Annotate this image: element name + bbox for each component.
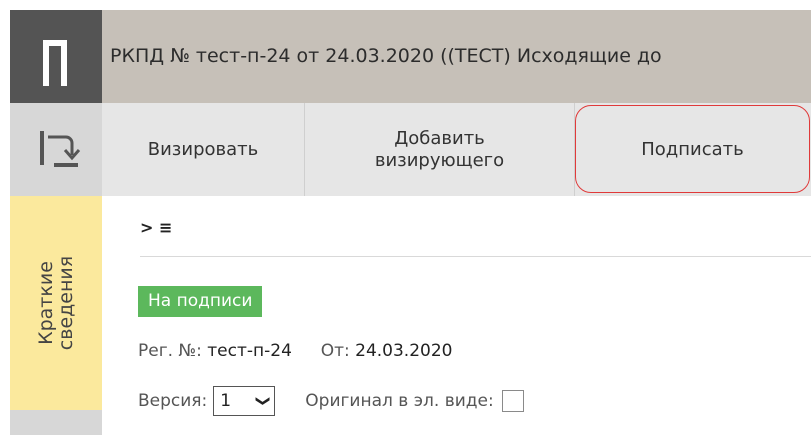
divider — [140, 256, 811, 257]
date-value: 24.03.2020 — [355, 341, 453, 361]
original-label: Оригинал в эл. виде: — [305, 391, 494, 411]
status-badge: На подписи — [138, 286, 263, 317]
side-tab-label-line1: Краткие — [35, 261, 57, 345]
date-label: От: — [320, 341, 350, 361]
expand-toggle[interactable]: > ≡ — [140, 218, 172, 237]
version-label: Версия: — [138, 391, 208, 411]
visa-button-label: Визировать — [147, 139, 259, 160]
title-bar: РКПД № тест-п-24 от 24.03.2020 ((ТЕСТ) И… — [102, 10, 811, 103]
chevron-down-icon: ❯ — [254, 395, 271, 407]
version-select[interactable]: 1 ❯ — [213, 386, 276, 416]
reg-label: Рег. №: — [138, 341, 202, 361]
sign-button[interactable]: Подписать — [575, 105, 810, 193]
original-checkbox[interactable] — [501, 390, 524, 412]
add-approver-label-line2: визирующего — [374, 149, 505, 171]
reg-value: тест-п-24 — [207, 341, 292, 361]
app-logo[interactable] — [10, 10, 102, 103]
version-value: 1 — [220, 391, 232, 411]
logo-p-icon — [43, 40, 67, 86]
sign-button-label: Подписать — [641, 138, 744, 160]
add-approver-label-line1: Добавить — [394, 127, 485, 149]
side-tab-summary[interactable]: Краткие сведения — [10, 196, 102, 410]
left-margin — [0, 10, 10, 435]
add-approver-button[interactable]: Добавить визирующего — [305, 103, 575, 196]
toolbar: Визировать Добавить визирующего Подписат… — [102, 103, 811, 196]
visa-button[interactable]: Визировать — [102, 103, 305, 196]
registration-row: Рег. №: тест-п-24 От: 24.03.2020 — [138, 341, 452, 361]
side-tab-label-line2: сведения — [55, 255, 77, 351]
version-row: Версия: 1 ❯ Оригинал в эл. виде: — [138, 386, 524, 416]
document-title: РКПД № тест-п-24 от 24.03.2020 ((ТЕСТ) И… — [110, 45, 662, 67]
side-tab-label: Краткие сведения — [35, 255, 77, 351]
return-arrow-icon — [40, 131, 81, 167]
return-icon-cell[interactable] — [10, 103, 102, 196]
top-margin — [0, 0, 811, 10]
main-content: > ≡ На подписи Рег. №: тест-п-24 От: 24.… — [102, 196, 811, 435]
side-tab-next[interactable] — [10, 410, 102, 435]
